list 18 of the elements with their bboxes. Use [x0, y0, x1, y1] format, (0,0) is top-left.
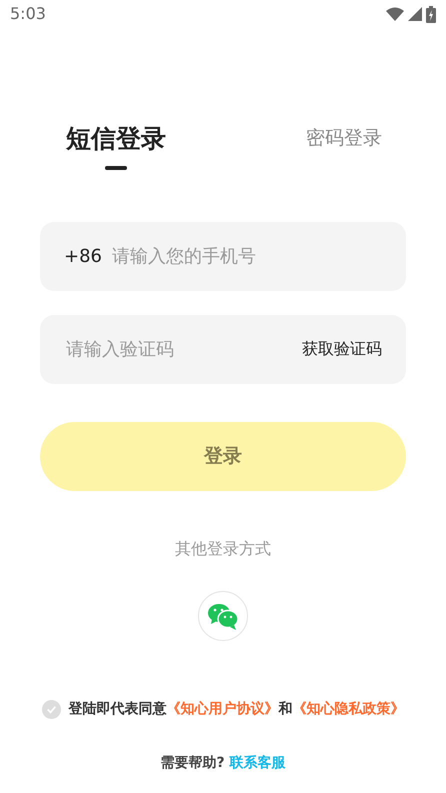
code-input[interactable]: 请输入验证码 [64, 334, 302, 364]
wechat-login-button[interactable] [198, 590, 248, 640]
country-code[interactable]: +86 [64, 242, 102, 270]
code-field[interactable]: 请输入验证码 获取验证码 [40, 314, 406, 384]
wifi-icon [386, 7, 404, 21]
signal-icon [408, 7, 422, 21]
login-tab[interactable]: 短信登录 [66, 120, 166, 170]
other-login-label: 其他登录方式 [175, 538, 271, 558]
battery-icon [426, 6, 436, 22]
agree-checkbox[interactable] [42, 700, 60, 718]
phone-input[interactable]: 请输入您的手机号 [110, 242, 382, 270]
help-text: 需要帮助? 联系客服 [160, 754, 286, 770]
agreement-text: 登陆即代表同意《知心用户协议》和《知心隐私政策》 [68, 700, 404, 718]
get-code-button[interactable]: 获取验证码 [302, 337, 382, 361]
phone-field[interactable]: +86 请输入您的手机号 [40, 222, 406, 290]
chat-bubbles-icon [207, 602, 239, 630]
status-time: 5:03 [10, 3, 46, 25]
login-tab[interactable]: 密码登录 [306, 124, 382, 152]
